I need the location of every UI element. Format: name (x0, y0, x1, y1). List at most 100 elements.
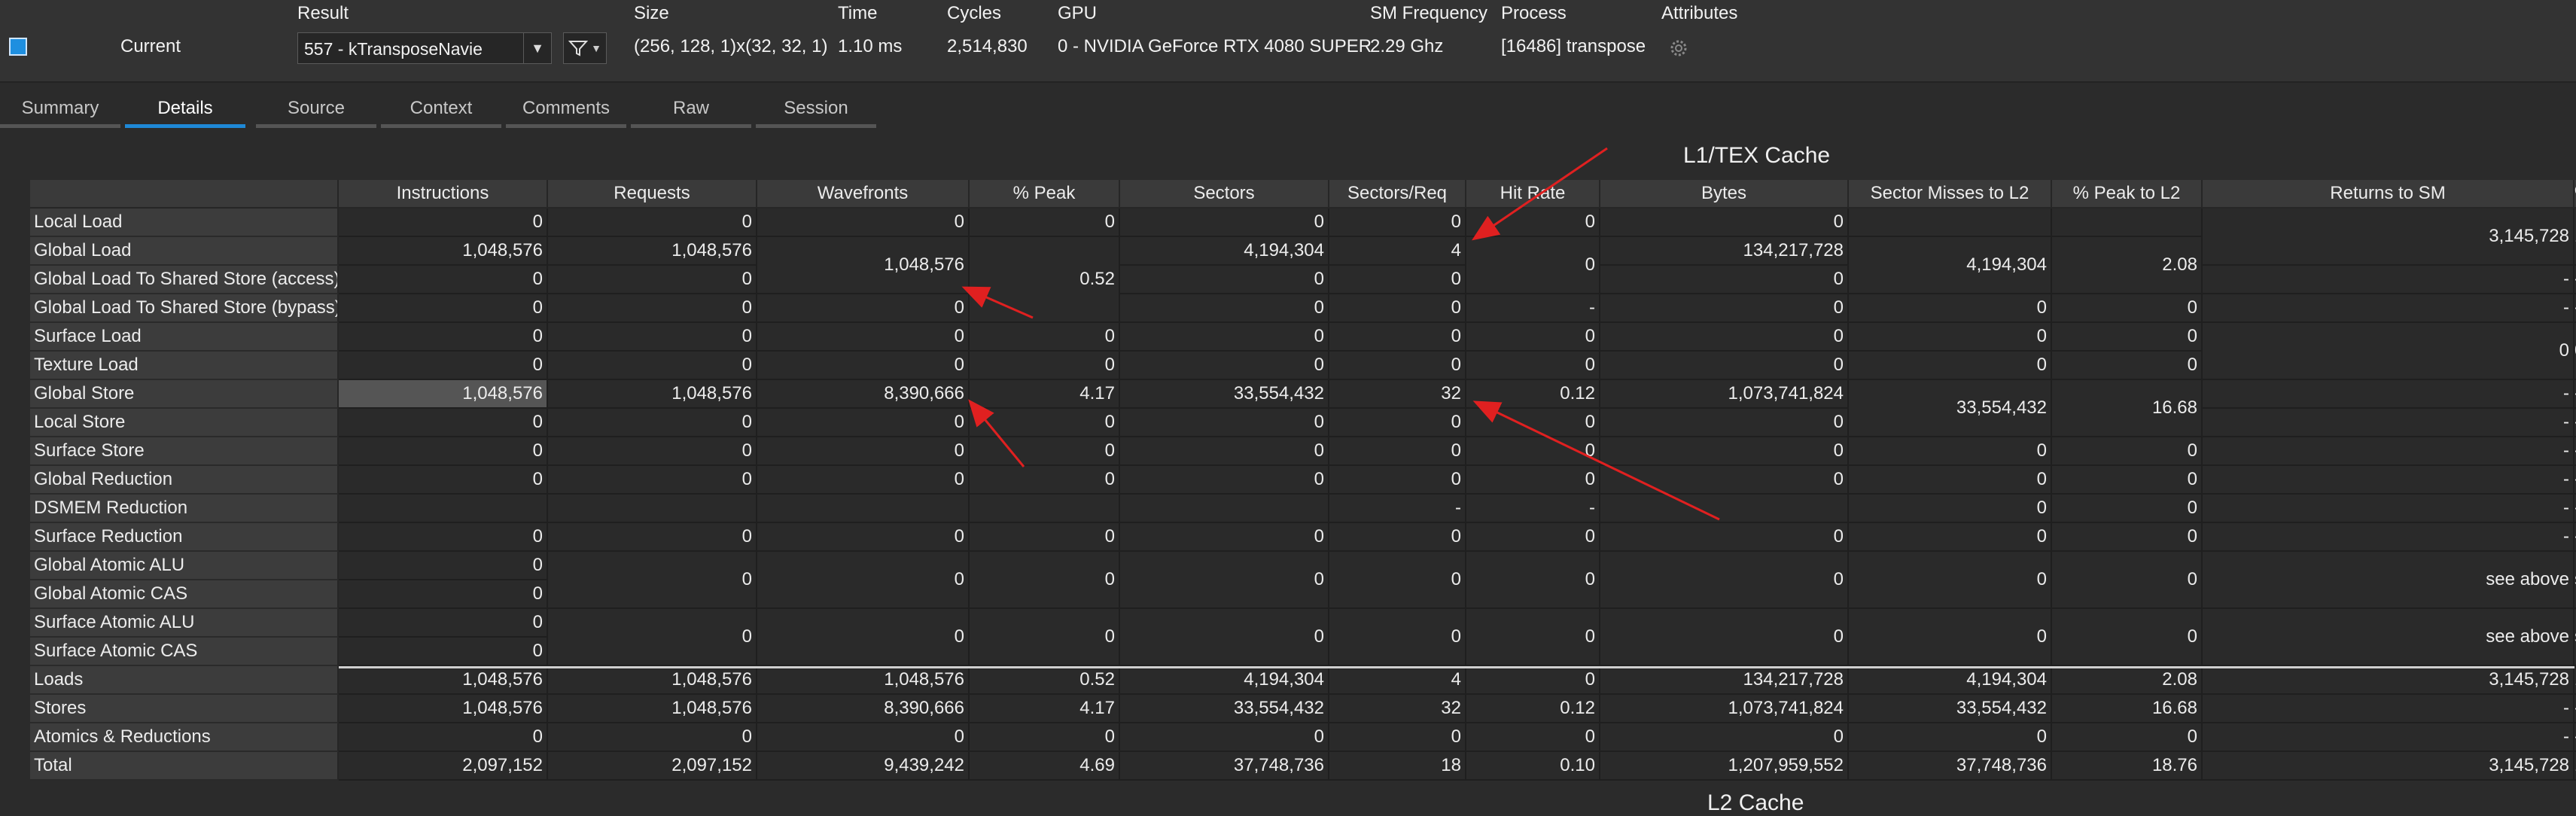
cell-global-reduction-returns-to-sm[interactable]: - (2203, 466, 2574, 495)
cell-surface-load-hit-rate[interactable]: 0 (1466, 323, 1600, 352)
cell-global-load-to-shared-store-bypass-peak-to-l2[interactable]: 0 (2052, 294, 2203, 323)
cell-surface-load-requests[interactable]: 0 (548, 323, 757, 352)
cell-surface-load-peak-to-l2[interactable]: 0 (2052, 323, 2203, 352)
cell-total-hit-rate[interactable]: 0.10 (1466, 752, 1600, 781)
cell-dsmem-reduction-hit-rate[interactable]: - (1466, 495, 1600, 523)
gear-icon[interactable] (1667, 37, 1690, 59)
cell-dsmem-reduction-peak[interactable] (970, 495, 1120, 523)
cell-dsmem-reduction-wavefronts[interactable] (757, 495, 970, 523)
cell-local-store-returns-to-sm[interactable]: - (2203, 409, 2574, 437)
cell-local-load-sectors[interactable]: 0 (1120, 209, 1329, 237)
cell-loads-wavefronts[interactable]: 1,048,576 (757, 666, 970, 695)
cell-stores-hit-rate[interactable]: 0.12 (1466, 695, 1600, 723)
cell-texture-load-peak-to-l2[interactable]: 0 (2052, 352, 2203, 380)
filter-button[interactable]: ▼ (563, 32, 607, 64)
cell-global-load-to-shared-store-access-bytes[interactable]: 0 (1600, 266, 1849, 294)
cell-total-instructions[interactable]: 2,097,152 (339, 752, 548, 781)
cell-global-load-hit-rate[interactable]: 0 (1466, 237, 1600, 294)
cell-global-load-wavefronts[interactable]: 1,048,576 (757, 237, 970, 294)
cell-atomics-reductions-sector-misses-to-l2[interactable]: 0 (1849, 723, 2052, 752)
tab-raw[interactable]: Raw (631, 93, 751, 128)
cell-surface-load-sectors-req[interactable]: 0 (1329, 323, 1466, 352)
cell-local-load-sector-misses-to-l2[interactable] (1849, 209, 2052, 237)
column-header-sector-misses-to-l2[interactable]: Sector Misses to L2 (1849, 180, 2052, 209)
cell-global-load-instructions[interactable]: 1,048,576 (339, 237, 548, 266)
cell-global-reduction-peak-to-l2[interactable]: 0 (2052, 466, 2203, 495)
cell-local-load-peak-to-l2[interactable] (2052, 209, 2203, 237)
cell-global-atomic-alu-bytes[interactable]: 0 (1600, 552, 1849, 609)
column-header-wavefronts[interactable]: Wavefronts (757, 180, 970, 209)
current-color-swatch[interactable] (9, 38, 27, 56)
result-dropdown[interactable]: 557 - kTransposeNavie ▼ (297, 32, 552, 64)
cell-global-load-requests[interactable]: 1,048,576 (548, 237, 757, 266)
cell-stores-bytes[interactable]: 1,073,741,824 (1600, 695, 1849, 723)
cell-global-reduction-peak[interactable]: 0 (970, 466, 1120, 495)
cell-atomics-reductions-bytes[interactable]: 0 (1600, 723, 1849, 752)
cell-global-reduction-sectors-req[interactable]: 0 (1329, 466, 1466, 495)
cell-local-load-peak[interactable]: 0 (970, 209, 1120, 237)
cell-surface-load-peak[interactable]: 0 (970, 323, 1120, 352)
column-header-peak-to-l2[interactable]: % Peak to L2 (2052, 180, 2203, 209)
cell-texture-load-instructions[interactable]: 0 (339, 352, 548, 380)
tab-session[interactable]: Session (756, 93, 876, 128)
cell-stores-peak[interactable]: 4.17 (970, 695, 1120, 723)
cell-loads-returns-to-sm[interactable]: 3,145,728 (2203, 666, 2574, 695)
cell-local-load-instructions[interactable]: 0 (339, 209, 548, 237)
cell-dsmem-reduction-instructions[interactable] (339, 495, 548, 523)
cell-dsmem-reduction-sectors[interactable] (1120, 495, 1329, 523)
cell-atomics-reductions-wavefronts[interactable]: 0 (757, 723, 970, 752)
cell-texture-load-peak[interactable]: 0 (970, 352, 1120, 380)
cell-atomics-reductions-peak-to-l2[interactable]: 0 (2052, 723, 2203, 752)
cell-surface-atomic-alu-peak-to-l2[interactable]: 0 (2052, 609, 2203, 666)
cell-atomics-reductions-instructions[interactable]: 0 (339, 723, 548, 752)
cell-surface-atomic-alu-peak[interactable]: 0 (970, 609, 1120, 666)
cell-loads-requests[interactable]: 1,048,576 (548, 666, 757, 695)
tab-comments[interactable]: Comments (506, 93, 626, 128)
cell-surface-atomic-alu-returns-to-sm[interactable]: see above (2203, 609, 2574, 666)
cell-global-reduction-requests[interactable]: 0 (548, 466, 757, 495)
cell-global-load-to-shared-store-access-returns-to-sm[interactable]: - (2203, 266, 2574, 294)
cell-total-peak-to-l2[interactable]: 18.76 (2052, 752, 2203, 781)
cell-surface-atomic-alu-sectors[interactable]: 0 (1120, 609, 1329, 666)
cell-local-load-bytes[interactable]: 0 (1600, 209, 1849, 237)
cell-atomics-reductions-requests[interactable]: 0 (548, 723, 757, 752)
cell-local-store-wavefronts[interactable]: 0 (757, 409, 970, 437)
cell-global-load-sectors[interactable]: 4,194,304 (1120, 237, 1329, 266)
cell-local-store-hit-rate[interactable]: 0 (1466, 409, 1600, 437)
cell-dsmem-reduction-requests[interactable] (548, 495, 757, 523)
cell-global-load-peak-to-l2[interactable]: 2.08 (2052, 237, 2203, 294)
cell-global-load-bytes[interactable]: 134,217,728 (1600, 237, 1849, 266)
cell-global-store-sectors-req[interactable]: 32 (1329, 380, 1466, 409)
cell-surface-store-requests[interactable]: 0 (548, 437, 757, 466)
cell-global-store-hit-rate[interactable]: 0.12 (1466, 380, 1600, 409)
cell-global-atomic-alu-hit-rate[interactable]: 0 (1466, 552, 1600, 609)
column-header-sectors-req[interactable]: Sectors/Req (1329, 180, 1466, 209)
cell-loads-peak-to-l2[interactable]: 2.08 (2052, 666, 2203, 695)
cell-surface-store-sectors[interactable]: 0 (1120, 437, 1329, 466)
cell-surface-reduction-sector-misses-to-l2[interactable]: 0 (1849, 523, 2052, 552)
cell-surface-reduction-hit-rate[interactable]: 0 (1466, 523, 1600, 552)
cell-total-wavefronts[interactable]: 9,439,242 (757, 752, 970, 781)
cell-global-atomic-alu-sectors-req[interactable]: 0 (1329, 552, 1466, 609)
cell-atomics-reductions-peak[interactable]: 0 (970, 723, 1120, 752)
cell-local-store-sectors[interactable]: 0 (1120, 409, 1329, 437)
cell-global-reduction-hit-rate[interactable]: 0 (1466, 466, 1600, 495)
cell-global-load-to-shared-store-access-instructions[interactable]: 0 (339, 266, 548, 294)
cell-global-store-sectors[interactable]: 33,554,432 (1120, 380, 1329, 409)
cell-local-load-wavefronts[interactable]: 0 (757, 209, 970, 237)
cell-texture-load-sectors[interactable]: 0 (1120, 352, 1329, 380)
cell-surface-atomic-alu-sectors-req[interactable]: 0 (1329, 609, 1466, 666)
cell-global-reduction-instructions[interactable]: 0 (339, 466, 548, 495)
cell-dsmem-reduction-sector-misses-to-l2[interactable]: 0 (1849, 495, 2052, 523)
cell-surface-store-wavefronts[interactable]: 0 (757, 437, 970, 466)
cell-global-atomic-alu-requests[interactable]: 0 (548, 552, 757, 609)
cell-texture-load-sector-misses-to-l2[interactable]: 0 (1849, 352, 2052, 380)
cell-global-load-to-shared-store-bypass-hit-rate[interactable]: - (1466, 294, 1600, 323)
chevron-down-icon[interactable]: ▼ (523, 33, 551, 63)
cell-local-store-bytes[interactable]: 0 (1600, 409, 1849, 437)
cell-texture-load-wavefronts[interactable]: 0 (757, 352, 970, 380)
cell-global-load-to-shared-store-access-sectors-req[interactable]: 0 (1329, 266, 1466, 294)
cell-surface-atomic-alu-bytes[interactable]: 0 (1600, 609, 1849, 666)
column-header-peak[interactable]: % Peak (970, 180, 1120, 209)
cell-atomics-reductions-sectors[interactable]: 0 (1120, 723, 1329, 752)
